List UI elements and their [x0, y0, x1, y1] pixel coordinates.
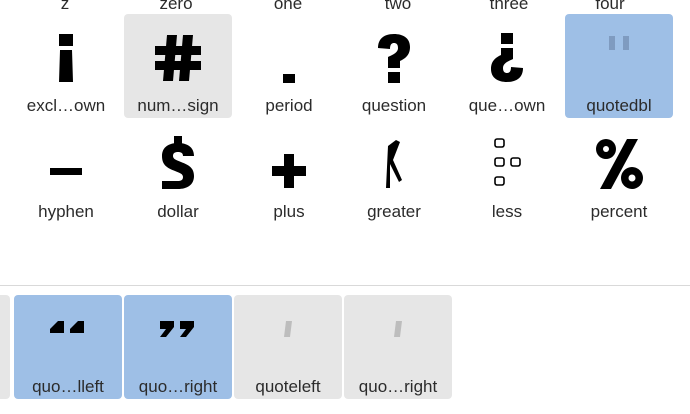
glyph-cell-less[interactable]: less [453, 120, 561, 224]
period-glyph-icon [235, 28, 343, 88]
glyph-cell-questiondown[interactable]: que…own [453, 14, 561, 118]
glyph-label: dollar [157, 202, 199, 221]
glyph-label: hyphen [38, 202, 94, 221]
glyph-label: two [384, 0, 412, 13]
glyph-label: less [491, 202, 523, 221]
percent-glyph-icon [565, 134, 673, 194]
plus-glyph-icon [235, 134, 343, 194]
glyph-label: z [60, 0, 70, 13]
glyph-cell-plus[interactable]: plus [235, 120, 343, 224]
glyph-cell-quoteleft[interactable]: quoteleft [234, 295, 342, 399]
glyph-cell-quotedblright[interactable]: quo…right [124, 295, 232, 399]
glyph-cell-greater[interactable]: greater [340, 120, 448, 224]
glyph-label: quotedbl [586, 96, 652, 115]
glyph-label: one [273, 0, 303, 13]
quotedblright-glyph-icon [124, 303, 232, 363]
glyph-label: quo…right [358, 377, 438, 396]
question-glyph-icon [340, 28, 448, 88]
hyphen-glyph-icon [12, 134, 120, 194]
glyph-label: question [361, 96, 427, 115]
glyph-label: three [489, 0, 529, 13]
glyph-cell-dollar[interactable]: dollar [124, 120, 232, 224]
glyph-cell-question[interactable]: question [340, 14, 448, 118]
quotedblleft-glyph-icon [14, 303, 122, 363]
quoteright-glyph-icon [344, 303, 452, 363]
glyph-label: quo…right [138, 377, 218, 396]
glyph-cell-quotedblleft[interactable]: quo…lleft [14, 295, 122, 399]
glyph-label: quo…lleft [32, 377, 104, 396]
glyph-cell-hyphen[interactable]: hyphen [12, 120, 120, 224]
glyph-browser: z zero one two three four excl…own num…s… [0, 0, 690, 414]
quoteleft-glyph-icon [234, 303, 342, 363]
glyph-label: four [595, 0, 625, 13]
greater-glyph-icon [340, 134, 448, 194]
glyph-cell-partial[interactable] [0, 295, 10, 399]
glyph-label: greater [367, 202, 421, 221]
section-divider [0, 285, 690, 286]
exclamdown-glyph-icon [12, 28, 120, 88]
glyph-cell-quotedbl[interactable]: quotedbl [565, 14, 673, 118]
glyph-label: num…sign [137, 96, 219, 115]
questiondown-glyph-icon [453, 28, 561, 88]
glyph-label: quoteleft [255, 377, 321, 396]
glyph-label: que…own [468, 96, 546, 115]
dollar-glyph-icon [124, 134, 232, 194]
glyph-cell-period[interactable]: period [235, 14, 343, 118]
quotedbl-glyph-icon [565, 28, 673, 88]
numbersign-glyph-icon [124, 28, 232, 88]
glyph-cell-numbersign[interactable]: num…sign [124, 14, 232, 118]
top-row-labels: z zero one two three four [0, 0, 690, 13]
glyph-label: percent [590, 202, 648, 221]
glyph-cell-percent[interactable]: percent [565, 120, 673, 224]
glyph-label: zero [159, 0, 193, 13]
glyph-cell-quoteright[interactable]: quo…right [344, 295, 452, 399]
glyph-label: excl…own [26, 96, 106, 115]
less-glyph-icon [453, 134, 561, 194]
glyph-label: plus [273, 202, 305, 221]
glyph-label: period [265, 96, 313, 115]
glyph-cell-exclamdown[interactable]: excl…own [12, 14, 120, 118]
